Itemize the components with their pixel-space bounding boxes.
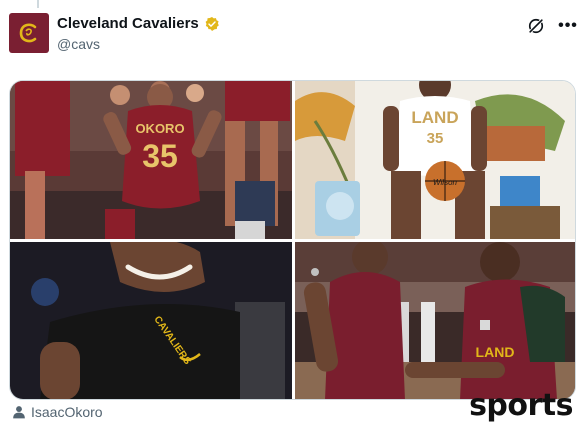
account-handle[interactable]: @cavs [57, 36, 100, 52]
jersey-text-4: LAND [476, 344, 515, 360]
media-photo-1[interactable]: OKORO 35 [10, 81, 292, 239]
display-name[interactable]: Cleveland Cavaliers [57, 15, 199, 32]
grok-slash-icon [528, 18, 544, 34]
media-photo-2[interactable]: LAND 35 Wilson [295, 81, 575, 239]
thread-connector [37, 0, 39, 8]
watermark-text: sports [469, 388, 573, 423]
jersey-number-2: 35 [427, 130, 444, 147]
player-with-ball-photo: LAND 35 Wilson [295, 81, 575, 239]
tagged-user-name[interactable]: IsaacOkoro [31, 404, 103, 420]
media-photo-3[interactable]: CAVALIERS [10, 242, 292, 399]
grok-button[interactable] [525, 15, 547, 37]
players-on-court-photo: LAND [295, 242, 575, 399]
tweet-actions: ••• [525, 15, 579, 37]
okoro-bench-photo: OKORO 35 [10, 81, 292, 239]
account-avatar[interactable] [9, 13, 49, 53]
person-icon [13, 406, 25, 419]
cavs-logo-icon [19, 23, 37, 43]
jersey-text-1: OKORO [135, 121, 184, 136]
ball-brand-text: Wilson [433, 178, 457, 187]
jersey-text-2: LAND [411, 108, 458, 127]
tweet-header: Cleveland Cavaliers @cavs ••• [9, 13, 579, 57]
media-grid: OKORO 35 LAND 35 Wilson CAVALIERS LAND [9, 80, 576, 400]
tagged-user[interactable]: IsaacOkoro [12, 404, 103, 420]
smiling-player-photo: CAVALIERS [10, 242, 292, 399]
name-row: Cleveland Cavaliers [57, 15, 220, 32]
verified-badge-icon[interactable] [204, 16, 220, 32]
jersey-number-1: 35 [142, 138, 178, 174]
more-options-button[interactable]: ••• [557, 15, 579, 37]
media-photo-4[interactable]: LAND [295, 242, 575, 399]
